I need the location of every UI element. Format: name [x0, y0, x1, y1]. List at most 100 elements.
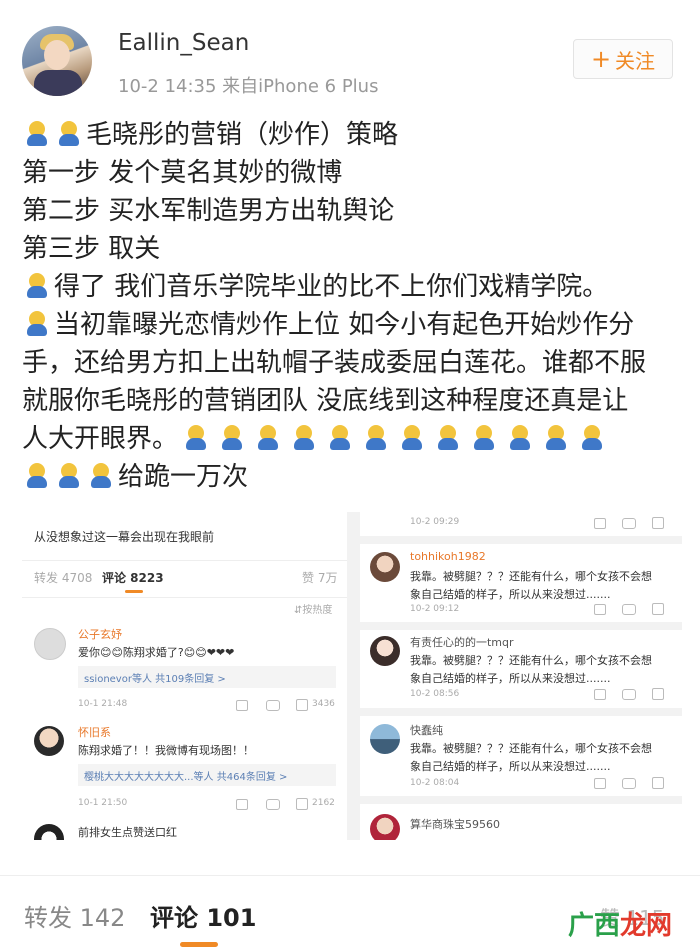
share-icon[interactable]: [236, 799, 248, 810]
sweat-kneel-emoji: [437, 425, 459, 451]
like-count: 3436: [312, 699, 335, 709]
comment-text: 我靠。被劈腿？？？还能有什么，哪个女孩不会想: [410, 654, 652, 667]
share-icon[interactable]: [594, 518, 606, 529]
tab-repost[interactable]: 转发 4708: [34, 569, 92, 586]
divider: [360, 622, 682, 630]
comment-icon[interactable]: [622, 518, 636, 529]
sweat-kneel-emoji: [26, 273, 48, 299]
comment-time: 10-2 09:29: [410, 517, 460, 527]
commenter-avatar[interactable]: [370, 552, 400, 582]
divider: [360, 796, 682, 804]
comment-icon[interactable]: [266, 799, 280, 810]
sweat-kneel-emoji: [545, 425, 567, 451]
like-icon[interactable]: [652, 517, 664, 529]
sweat-kneel-emoji: [473, 425, 495, 451]
sort-button[interactable]: ⇵按热度: [294, 601, 332, 616]
comment-text: 前排女生点赞送口红: [78, 826, 177, 839]
comment-time: 10-2 08:56: [410, 689, 460, 699]
share-icon[interactable]: [594, 778, 606, 789]
embedded-screenshot[interactable]: 从没想象过这一幕会出现在我眼前 转发 4708 评论 8223 赞 7万 ⇵按热…: [22, 512, 682, 840]
comment-text: 陈翔求婚了！！我微博有现场图！！: [78, 744, 254, 757]
comment-text: 象自己结婚的样子，所以从来没想过.......: [410, 672, 611, 685]
like-icon[interactable]: [652, 603, 664, 615]
sweat-kneel-emoji: [509, 425, 531, 451]
sweat-kneel-emoji: [401, 425, 423, 451]
sweat-kneel-emoji: [257, 425, 279, 451]
username[interactable]: Eallin_Sean: [118, 30, 249, 56]
commenter-avatar[interactable]: [34, 824, 64, 840]
divider: [360, 708, 682, 716]
commenter-avatar[interactable]: [370, 636, 400, 666]
left-top-text: 从没想象过这一幕会出现在我眼前: [34, 530, 215, 544]
follow-button[interactable]: + 关注: [573, 39, 673, 79]
like-icon[interactable]: [296, 699, 308, 711]
tab-comment[interactable]: 评论 8223: [102, 569, 164, 586]
watermark: 广西龙网: [568, 911, 673, 941]
comment-icon[interactable]: [622, 604, 636, 615]
post-body: 毛晓彤的营销（炒作）策略 第一步 发个莫名其妙的微博 第二步 买水军制造男方出轨…: [22, 116, 682, 496]
comment-time: 10-1 21:50: [78, 798, 128, 808]
reply-summary[interactable]: ssionevor等人 共109条回复 >: [84, 670, 226, 685]
sweat-kneel-emoji: [581, 425, 603, 451]
post-line: 手，还给男方扣上出轨帽子装成委屈白莲花。谁都不服: [22, 348, 647, 378]
comment-text: 我靠。被劈腿？？？还能有什么，哪个女孩不会想: [410, 742, 652, 755]
sweat-kneel-emoji: [26, 311, 48, 337]
sweat-kneel-emoji: [365, 425, 387, 451]
comment-icon[interactable]: [622, 778, 636, 789]
commenter-avatar[interactable]: [370, 814, 400, 840]
comment-text: 象自己结婚的样子，所以从来没想过.......: [410, 588, 611, 601]
post-line: 当初靠曝光恋情炒作上位 如今小有起色开始炒作分: [54, 310, 635, 340]
commenter-avatar[interactable]: [34, 628, 66, 660]
active-tab-indicator: [180, 942, 218, 947]
comment-time: 10-1 21:48: [78, 699, 128, 709]
post-line: 第三步 取关: [22, 234, 161, 264]
post-line: 人大开眼界。: [22, 424, 179, 454]
sweat-kneel-emoji: [221, 425, 243, 451]
reply-summary[interactable]: 樱桃大大大大大大大大...等人 共464条回复 >: [84, 768, 287, 783]
share-icon[interactable]: [594, 689, 606, 700]
post-meta: 10-2 14:35 来自iPhone 6 Plus: [118, 76, 379, 97]
share-icon[interactable]: [236, 700, 248, 711]
commenter-name[interactable]: 公子玄妤: [78, 626, 122, 642]
sweat-kneel-emoji: [90, 463, 112, 489]
bottom-tab-repost[interactable]: 转发 142: [24, 898, 125, 933]
commenter-avatar[interactable]: [34, 726, 64, 756]
sweat-kneel-emoji: [185, 425, 207, 451]
post-line: 毛晓彤的营销（炒作）策略: [86, 120, 399, 150]
commenter-avatar[interactable]: [370, 724, 400, 754]
divider: [360, 536, 682, 544]
sweat-kneel-emoji: [26, 121, 48, 147]
comment-text: 我靠。被劈腿？？？还能有什么，哪个女孩不会想: [410, 570, 652, 583]
commenter-name[interactable]: 有责任心的的一tmqr: [410, 634, 514, 650]
post-line: 就服你毛晓彤的营销团队 没底线到这种程度还真是让: [22, 386, 629, 416]
plus-icon: +: [590, 45, 612, 73]
share-icon[interactable]: [594, 604, 606, 615]
like-icon[interactable]: [296, 798, 308, 810]
post-line: 第一步 发个莫名其妙的微博: [22, 158, 343, 188]
commenter-name[interactable]: tohhikoh1982: [410, 550, 486, 563]
post-line: 给跪一万次: [118, 462, 249, 492]
commenter-name[interactable]: 快蠢纯: [410, 722, 443, 738]
post-line: 得了 我们音乐学院毕业的比不上你们戏精学院。: [54, 272, 609, 302]
comment-time: 10-2 08:04: [410, 778, 460, 788]
bottom-tab-comment[interactable]: 评论 101: [150, 898, 256, 933]
post-line: 第二步 买水军制造男方出轨舆论: [22, 196, 395, 226]
comment-time: 10-2 09:12: [410, 604, 460, 614]
sweat-kneel-emoji: [58, 121, 80, 147]
comment-icon[interactable]: [266, 700, 280, 711]
like-icon[interactable]: [652, 688, 664, 700]
sweat-kneel-emoji: [329, 425, 351, 451]
commenter-name[interactable]: 算华商珠宝59560: [410, 816, 500, 832]
follow-label: 关注: [615, 48, 656, 73]
comment-text: 象自己结婚的样子，所以从来没想过.......: [410, 760, 611, 773]
sweat-kneel-emoji: [58, 463, 80, 489]
like-icon[interactable]: [652, 777, 664, 789]
screenshot-left-panel: 从没想象过这一幕会出现在我眼前 转发 4708 评论 8223 赞 7万 ⇵按热…: [22, 512, 347, 840]
user-avatar[interactable]: [22, 26, 92, 96]
tab-likes[interactable]: 赞 7万: [302, 569, 337, 586]
tab-underline: [125, 590, 143, 593]
comment-icon[interactable]: [622, 689, 636, 700]
sweat-kneel-emoji: [26, 463, 48, 489]
commenter-name[interactable]: 怀旧系: [78, 724, 111, 740]
screenshot-right-panel: 10-2 09:29 tohhikoh1982 我靠。被劈腿？？？还能有什么，哪…: [360, 512, 682, 840]
